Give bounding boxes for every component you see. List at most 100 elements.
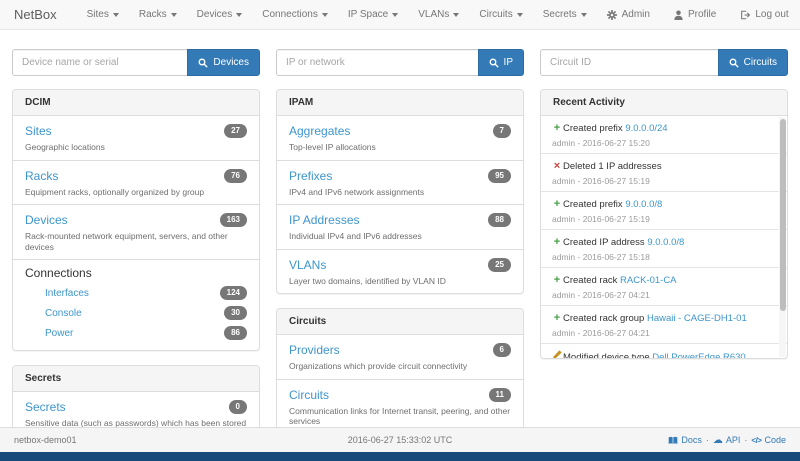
scrollbar-thumb[interactable] [780, 119, 786, 311]
brand-netbox[interactable]: NetBox [14, 7, 57, 22]
nav-menu-label: IP Space [348, 9, 388, 20]
item-description: Equipment racks, optionally organized by… [25, 187, 247, 198]
panel-circuits: Circuits 6 Providers Organizations which… [276, 308, 524, 435]
code-label: Code [764, 435, 786, 445]
chevron-down-icon [392, 13, 398, 17]
pencil-icon [551, 350, 563, 358]
logout-label: Log out [755, 9, 788, 20]
item-link[interactable]: Circuits [289, 389, 329, 402]
count-badge: 124 [220, 286, 247, 300]
plus-icon: + [551, 236, 563, 248]
activity-object-link[interactable]: Hawaii - CAGE-DH1-01 [647, 313, 747, 324]
sub-item-link[interactable]: Interfaces [45, 288, 89, 299]
ip-search-button[interactable]: IP [478, 49, 524, 76]
device-search-button-label: Devices [213, 57, 249, 68]
code-link[interactable]: </> Code [751, 435, 786, 445]
device-search-group: Devices [12, 49, 260, 76]
item-link[interactable]: IP Addresses [289, 214, 360, 227]
nav-menu-ip-space[interactable]: IP Space [338, 9, 408, 20]
panel-list-item: 25 VLANs Layer two domains, identified b… [277, 249, 523, 294]
activity-item: Modified device type Dell PowerEdge R630 [541, 343, 787, 358]
nav-menu-vlans[interactable]: VLANs [408, 9, 469, 20]
activity-meta: admin - 2016-06-27 04:21 [551, 328, 771, 338]
device-search-input[interactable] [12, 49, 187, 76]
nav-menu-connections[interactable]: Connections [252, 9, 338, 20]
panel-list-item: 27 Sites Geographic locations [13, 116, 259, 160]
item-link[interactable]: Providers [289, 344, 340, 357]
nav-menu-racks[interactable]: Racks [129, 9, 187, 20]
ip-search-input[interactable] [276, 49, 478, 76]
item-link[interactable]: VLANs [289, 259, 326, 272]
nav-menu-sites[interactable]: Sites [77, 9, 129, 20]
cloud-icon: ☁ [713, 436, 723, 445]
docs-link[interactable]: Docs [668, 435, 702, 445]
ip-search-button-label: IP [504, 57, 513, 68]
nav-menu-label: VLANs [418, 9, 449, 20]
column-activity: Recent Activity +Created prefix 9.0.0.0/… [540, 89, 788, 373]
activity-text: Created prefix [563, 123, 623, 134]
item-link[interactable]: Secrets [25, 401, 66, 414]
circuit-search-input[interactable] [540, 49, 718, 76]
item-link[interactable]: Prefixes [289, 170, 332, 183]
api-label: API [726, 435, 741, 445]
plus-icon: + [551, 122, 563, 134]
activity-object-link[interactable]: RACK-01-CA [620, 275, 677, 286]
footer-separator: · [744, 435, 747, 445]
item-link[interactable]: Racks [25, 170, 58, 183]
activity-item: +Created prefix 9.0.0.0/8 admin - 2016-0… [541, 191, 787, 229]
activity-object-link[interactable]: 9.0.0.0/8 [625, 199, 662, 210]
panel-items: 27 Sites Geographic locations 76 Racks E… [13, 116, 259, 350]
profile-label: Profile [688, 9, 716, 20]
search-row: Devices IP Circuits [0, 30, 800, 89]
chevron-down-icon [113, 13, 119, 17]
chevron-down-icon [322, 13, 328, 17]
activity-scrollbar[interactable] [779, 117, 786, 357]
device-search-button[interactable]: Devices [187, 49, 260, 76]
activity-title: +Created prefix 9.0.0.0/24 [551, 122, 771, 135]
activity-title: ×Deleted 1 IP addresses [551, 160, 771, 173]
activity-meta: admin - 2016-06-27 15:20 [551, 138, 771, 148]
panel-list-item: 76 Racks Equipment racks, optionally org… [13, 160, 259, 205]
panel-heading: DCIM [13, 90, 259, 116]
item-link[interactable]: Sites [25, 125, 52, 138]
sub-item-link[interactable]: Console [45, 308, 82, 319]
nav-menu-devices[interactable]: Devices [187, 9, 253, 20]
item-link[interactable]: Devices [25, 214, 68, 227]
admin-menu-item[interactable]: Admin [597, 9, 660, 20]
search-icon [489, 58, 499, 68]
panel-group-item: Connections Interfaces 124 Console 30 Po… [13, 259, 259, 350]
count-badge: 30 [224, 306, 247, 320]
panel-ipam: IPAM 7 Aggregates Top-level IP allocatio… [276, 89, 524, 294]
activity-text: Modified device type [563, 352, 650, 358]
circuit-search-button[interactable]: Circuits [718, 49, 788, 76]
item-description: Individual IPv4 and IPv6 addresses [289, 231, 511, 242]
activity-title: +Created IP address 9.0.0.0/8 [551, 236, 771, 249]
count-badge: 95 [488, 169, 511, 183]
sub-list-item: Console 30 [25, 303, 247, 323]
count-badge: 0 [229, 400, 247, 414]
logout-icon [740, 10, 750, 20]
nav-menu-secrets[interactable]: Secrets [533, 9, 597, 20]
book-icon [668, 436, 678, 445]
nav-menus: Sites Racks Devices Connections IP Space… [77, 9, 597, 20]
activity-object-link[interactable]: 9.0.0.0/8 [647, 237, 684, 248]
count-badge: 88 [488, 213, 511, 227]
group-title: Connections [25, 266, 247, 280]
panel-list-item: 163 Devices Rack-mounted network equipme… [13, 204, 259, 259]
nav-menu-circuits[interactable]: Circuits [469, 9, 532, 20]
activity-item: ×Deleted 1 IP addresses admin - 2016-06-… [541, 153, 787, 191]
activity-text: Created rack group [563, 313, 644, 324]
top-navbar: NetBox Sites Racks Devices Connections I… [0, 0, 800, 30]
api-link[interactable]: ☁ API [713, 435, 741, 445]
activity-title: +Created rack RACK-01-CA [551, 274, 771, 287]
count-badge: 27 [224, 124, 247, 138]
circuit-search-group: Circuits [540, 49, 788, 76]
profile-menu-item[interactable]: Profile [664, 9, 726, 20]
activity-object-link[interactable]: 9.0.0.0/24 [625, 123, 667, 134]
footer-links: Docs · ☁ API · </> Code [668, 435, 786, 445]
activity-object-link[interactable]: Dell PowerEdge R630 [652, 352, 745, 358]
nav-menu-label: Devices [197, 9, 233, 20]
item-link[interactable]: Aggregates [289, 125, 350, 138]
sub-item-link[interactable]: Power [45, 328, 73, 339]
logout-menu-item[interactable]: Log out [730, 9, 798, 20]
